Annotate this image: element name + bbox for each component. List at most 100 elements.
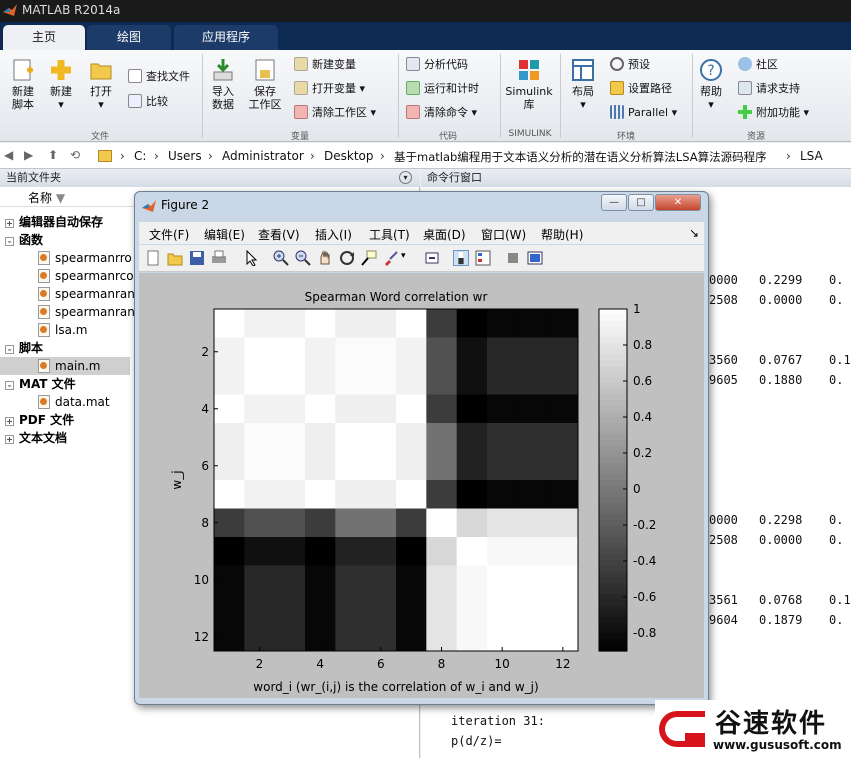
menu-edit[interactable]: 编辑(E)	[204, 226, 245, 243]
menu-view[interactable]: 查看(V)	[258, 226, 300, 243]
collapse-icon[interactable]: -	[5, 237, 14, 246]
file-list-item[interactable]: lsa.m	[38, 321, 87, 339]
community-button[interactable]: 社区	[738, 56, 778, 74]
request-support-button[interactable]: 请求支持	[738, 80, 800, 98]
heatmap-cell	[517, 451, 549, 481]
brush-dropdown-icon[interactable]: ▾	[401, 251, 406, 261]
breadcrumb-project[interactable]: 基于matlab编程用于文本语义分析的潜在语义分析算法LSA算法源码程序	[394, 149, 767, 165]
import-data-button[interactable]: 导入 数据	[206, 58, 240, 111]
back-icon[interactable]: ◀	[4, 148, 13, 162]
close-button[interactable]: ✕	[655, 194, 701, 211]
file-list-item[interactable]: main.m	[38, 357, 101, 375]
breadcrumb-administrator[interactable]: Administrator	[222, 149, 304, 163]
file-list-item[interactable]: spearmanrco	[38, 267, 134, 285]
heatmap-cell	[517, 423, 549, 452]
folder-group-item[interactable]: + 编辑器自动保存	[0, 213, 103, 231]
folder-group-item[interactable]: + PDF 文件	[0, 411, 74, 429]
panel-menu-icon[interactable]: ▾	[399, 171, 412, 184]
save-workspace-button[interactable]: 保存 工作区	[246, 58, 284, 111]
folder-group-item[interactable]: - 脚本	[0, 339, 43, 357]
save-figure-icon[interactable]	[189, 250, 205, 266]
heatmap-cell	[214, 394, 245, 424]
y-tick-label: 10	[194, 573, 209, 587]
command-output-value: 2508	[709, 533, 738, 547]
open-file-icon[interactable]	[167, 250, 183, 266]
pan-icon[interactable]	[317, 250, 333, 266]
pointer-icon[interactable]	[243, 250, 259, 266]
heatmap-cell	[214, 594, 245, 623]
folder-group-item[interactable]: + 文本文档	[0, 429, 67, 447]
breadcrumb-c[interactable]: C:	[134, 149, 146, 163]
show-plot-tools-icon[interactable]	[527, 250, 543, 266]
breadcrumb-separator: ›	[120, 149, 125, 163]
new-icon	[51, 60, 71, 80]
open-button[interactable]: 打开 ▾	[84, 58, 118, 111]
zoom-out-icon[interactable]	[295, 250, 311, 266]
expand-icon[interactable]: +	[5, 219, 14, 228]
menu-insert[interactable]: 插入(I)	[315, 226, 352, 243]
x-tick-label: 8	[438, 657, 446, 671]
collapse-icon[interactable]: -	[5, 345, 14, 354]
maximize-button[interactable]: □	[628, 194, 654, 211]
forward-icon[interactable]: ▶	[24, 148, 33, 162]
menu-desktop[interactable]: 桌面(D)	[423, 226, 466, 243]
heatmap-cell	[547, 537, 579, 566]
run-and-time-button[interactable]: 运行和计时	[406, 80, 479, 98]
breadcrumb-desktop[interactable]: Desktop	[324, 149, 374, 163]
set-path-button[interactable]: 设置路径	[610, 80, 672, 98]
find-files-button[interactable]: 查找文件	[128, 68, 190, 86]
collapse-icon[interactable]: -	[5, 381, 14, 390]
new-variable-button[interactable]: 新建变量	[294, 56, 356, 74]
rotate-3d-icon[interactable]	[339, 250, 355, 266]
ribbon-divider	[398, 54, 399, 138]
hide-plot-tools-icon[interactable]	[505, 250, 521, 266]
menu-window[interactable]: 窗口(W)	[481, 226, 526, 243]
browse-icon[interactable]: ⟲	[70, 148, 80, 162]
parallel-button[interactable]: Parallel ▾	[610, 104, 677, 122]
zoom-in-icon[interactable]	[273, 250, 289, 266]
clear-commands-button[interactable]: 清除命令 ▾	[406, 104, 477, 122]
up-folder-icon[interactable]: ⬆	[48, 148, 58, 162]
file-list-item[interactable]: spearmanran	[38, 303, 135, 321]
brush-icon[interactable]	[383, 250, 399, 266]
menu-help[interactable]: 帮助(H)	[541, 226, 583, 243]
file-list-item[interactable]: data.mat	[38, 393, 110, 411]
column-name-header[interactable]: 名称 ▼	[28, 189, 65, 207]
file-list-item[interactable]: spearmanran	[38, 285, 135, 303]
tab-apps[interactable]: 应用程序	[174, 25, 278, 50]
heatmap-cell	[335, 565, 367, 595]
colorbar-icon[interactable]	[453, 250, 469, 266]
analyze-code-button[interactable]: 分析代码	[406, 56, 468, 74]
legend-icon[interactable]	[475, 250, 491, 266]
print-icon[interactable]	[211, 250, 227, 266]
expand-icon[interactable]: +	[5, 435, 14, 444]
data-cursor-icon[interactable]	[361, 250, 377, 266]
expand-icon[interactable]: +	[5, 417, 14, 426]
heatmap-cell	[396, 480, 427, 509]
heatmap-cell	[335, 594, 367, 623]
link-plot-icon[interactable]	[425, 250, 441, 266]
layout-button[interactable]: 布局 ▾	[566, 58, 600, 111]
layout-icon	[572, 59, 594, 81]
simulink-library-button[interactable]: Simulink 库	[504, 58, 554, 111]
menu-file[interactable]: 文件(F)	[149, 226, 189, 243]
minimize-button[interactable]: —	[601, 194, 627, 211]
breadcrumb-users[interactable]: Users	[168, 149, 202, 163]
clear-workspace-button[interactable]: 清除工作区 ▾	[294, 104, 376, 122]
folder-group-item[interactable]: - MAT 文件	[0, 375, 76, 393]
tab-plots[interactable]: 绘图	[87, 25, 171, 50]
help-button[interactable]: ? 帮助 ▾	[696, 58, 726, 111]
tab-home[interactable]: 主页	[3, 25, 85, 50]
file-list-item[interactable]: spearmanrro	[38, 249, 132, 267]
open-variable-button[interactable]: 打开变量 ▾	[294, 80, 365, 98]
menu-tools[interactable]: 工具(T)	[369, 226, 410, 243]
preferences-button[interactable]: 预设	[610, 56, 650, 74]
compare-button[interactable]: 比较	[128, 93, 168, 111]
dock-arrow-icon[interactable]: ↘	[689, 226, 699, 240]
breadcrumb-lsa[interactable]: LSA	[800, 149, 823, 163]
new-button[interactable]: 新建 ▾	[44, 58, 78, 111]
new-figure-icon[interactable]	[145, 250, 161, 266]
new-script-button[interactable]: 新建 脚本	[6, 58, 40, 111]
add-ons-button[interactable]: 附加功能 ▾	[738, 104, 809, 122]
folder-group-item[interactable]: - 函数	[0, 231, 43, 249]
